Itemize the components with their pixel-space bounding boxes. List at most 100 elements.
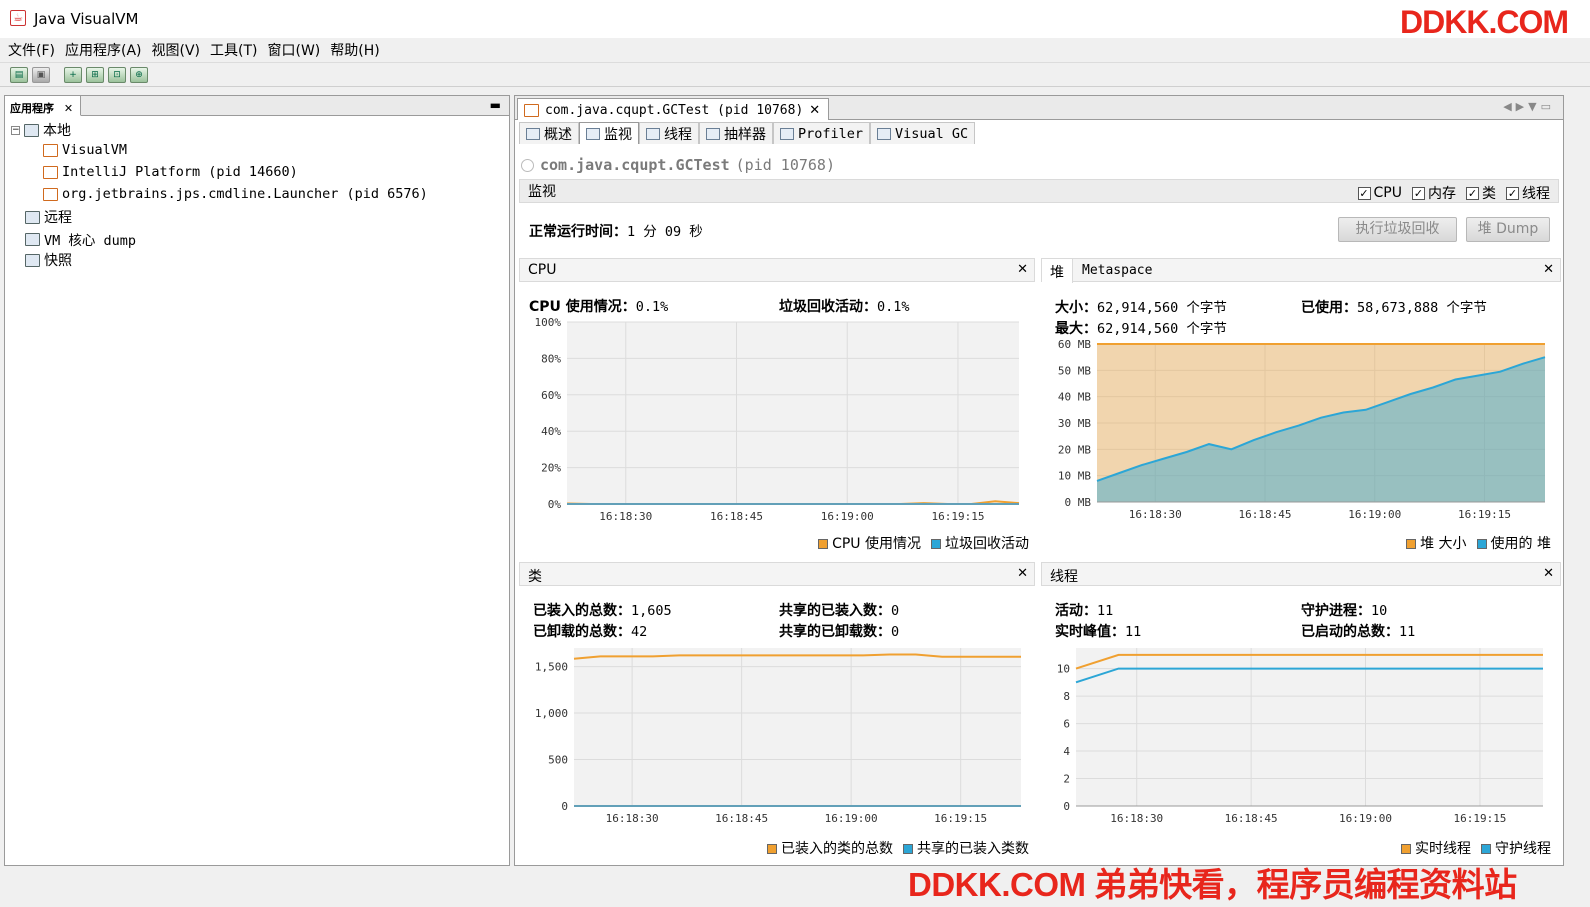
classes-shared-unloaded-stat: 共享的已卸载数：0 [779,621,899,641]
cpu-panel: CPU ✕ CPU 使用情况：0.1% 垃圾回收活动：0.1% 0% 20% 40% 6… [519,258,1035,554]
menu-file[interactable]: 文件(F) [4,40,59,60]
check-icon: ✓ [1357,186,1371,200]
cpu-legend: CPU 使用情况 垃圾回收活动 [818,533,1029,553]
stat-value: 62,914,560 个字节 [1097,300,1227,316]
local-host-icon [24,123,39,137]
close-icon[interactable]: ✕ [64,102,73,115]
legend-item-heap-size: 堆 大小 [1406,533,1467,553]
tree-node-local[interactable]: − 本地 [11,120,71,140]
tab-navigation-icon[interactable]: ◀▶▼▭ [1503,100,1555,113]
heap-panel: 堆 Metaspace ✕ 大小：62,914,560 个字节 已使用：58,6… [1041,258,1561,554]
checkbox-classes[interactable]: ✓ 类 [1466,183,1496,203]
stat-label: 共享的已装入数： [779,603,891,619]
x-tick-label: 16:18:45 [715,812,768,825]
heap-dump-button[interactable]: 堆 Dump [1466,217,1550,242]
x-tick-label: 16:18:45 [1239,508,1292,521]
tab-heap[interactable]: 堆 [1042,259,1073,283]
cpu-panel-header: CPU ✕ [519,258,1035,282]
java-app-icon [43,165,58,179]
tree-node-intellij[interactable]: IntelliJ Platform (pid 14660) [43,164,298,180]
stat-value: 11 [1125,624,1142,640]
visual-gc-icon [877,127,892,140]
plot-area [567,322,1019,504]
document-tab[interactable]: com.java.cqupt.GCTest (pid 10768) ✕ [517,98,830,120]
x-tick-label: 16:18:30 [599,510,652,523]
save-icon[interactable]: ▣ [32,66,50,83]
tree-node-visualvm[interactable]: VisualVM [43,142,127,158]
legend-label: 堆 大小 [1420,536,1467,552]
add-snapshot-icon[interactable]: ⊕ [130,66,148,83]
tab-threads[interactable]: 线程 [639,122,699,144]
y-tick-label: 60% [541,389,561,402]
tab-monitor[interactable]: 监视 [579,122,639,144]
close-icon[interactable]: ✕ [1017,262,1028,277]
checkbox-cpu[interactable]: ✓ CPU [1357,183,1402,203]
snapshot-icon [25,253,40,267]
process-name: com.java.cqupt.GCTest [540,156,730,174]
tab-sampler[interactable]: 抽样器 [699,122,773,144]
y-tick-label: 10 MB [1058,470,1091,483]
add-core-dump-icon[interactable]: ⊡ [108,66,126,83]
document-panel: com.java.cqupt.GCTest (pid 10768) ✕ ◀▶▼▭… [514,95,1564,866]
y-tick-label: 2 [1063,773,1070,786]
process-pid: (pid 10768) [735,156,835,174]
checkbox-label: 线程 [1522,186,1550,202]
checkbox-threads[interactable]: ✓ 线程 [1506,183,1550,203]
minimize-icon[interactable]: ▬ [490,98,501,112]
stat-value: 11 [1097,603,1114,619]
x-tick-label: 16:19:00 [1339,812,1392,825]
legend-label: 垃圾回收活动 [945,536,1029,552]
uptime: 正常运行时间：1 分 09 秒 [529,220,703,241]
tab-label: 抽样器 [724,126,766,143]
applications-tab[interactable]: 应用程序 ✕ [5,96,81,116]
x-tick-label: 16:18:45 [710,510,763,523]
monitor-section-header: 监视 ✓ CPU ✓ 内存 ✓ 类 ✓ 线程 [519,179,1559,203]
checkbox-label: 类 [1482,186,1496,202]
heap-tabstrip: 堆 Metaspace ✕ [1041,258,1561,283]
load-snapshot-icon[interactable]: ▤ [10,66,28,83]
tree-node-core-dump[interactable]: VM 核心 dump [25,229,136,249]
add-jmx-connection-icon[interactable]: + [64,66,82,83]
menu-bar: 文件(F) 应用程序(A) 视图(V) 工具(T) 窗口(W) 帮助(H) [0,38,1590,62]
tree-node-remote[interactable]: 远程 [25,207,72,227]
legend-label: 共享的已装入类数 [917,841,1029,857]
profiler-icon [780,127,794,140]
uptime-label: 正常运行时间： [529,224,627,240]
menu-applications[interactable]: 应用程序(A) [61,40,146,60]
close-icon[interactable]: ✕ [1543,566,1554,581]
legend-item-daemon: 守护线程 [1481,838,1551,858]
collapse-icon[interactable]: − [11,125,20,135]
checkbox-memory[interactable]: ✓ 内存 [1412,183,1456,203]
menu-view[interactable]: 视图(V) [148,40,205,60]
y-tick-label: 4 [1063,745,1070,758]
tree-node-launcher[interactable]: org.jetbrains.jps.cmdline.Launcher (pid … [43,186,428,202]
close-icon[interactable]: ✕ [1017,566,1028,581]
threads-chart: 0 2 4 6 8 10 16:18:30 16:18:45 16:19:00 16:19:15 [1057,648,1543,825]
stat-label: 垃圾回收活动： [779,299,877,315]
tab-metaspace[interactable]: Metaspace [1074,259,1160,283]
tab-overview[interactable]: 概述 [519,122,579,144]
tree-node-snapshots[interactable]: 快照 [25,250,72,270]
stat-value: 42 [631,624,648,640]
tree-label: VisualVM [62,142,128,158]
legend-label: 已装入的类的总数 [781,841,893,857]
legend-item-live: 实时线程 [1401,838,1471,858]
close-icon[interactable]: ✕ [1543,262,1554,277]
threads-peak-stat: 实时峰值：11 [1055,621,1141,641]
tab-profiler[interactable]: Profiler [773,122,871,144]
stat-value: 1,605 [631,603,672,619]
menu-window[interactable]: 窗口(W) [264,40,325,60]
overview-icon [526,127,540,140]
y-tick-label: 6 [1063,718,1070,731]
menu-tools[interactable]: 工具(T) [206,40,261,60]
add-remote-host-icon[interactable]: ⊞ [86,66,104,83]
stat-value: 0.1% [877,299,910,315]
classes-unloaded-stat: 已卸载的总数：42 [533,621,647,641]
threads-panel-title: 线程 [1050,569,1078,585]
tab-visual-gc[interactable]: Visual GC [870,122,976,144]
y-tick-label: 40% [541,425,561,438]
perform-gc-button[interactable]: 执行垃圾回收 [1338,217,1457,242]
close-icon[interactable]: ✕ [809,103,820,118]
menu-help[interactable]: 帮助(H) [326,40,383,60]
stat-label: 已装入的总数： [533,603,631,619]
